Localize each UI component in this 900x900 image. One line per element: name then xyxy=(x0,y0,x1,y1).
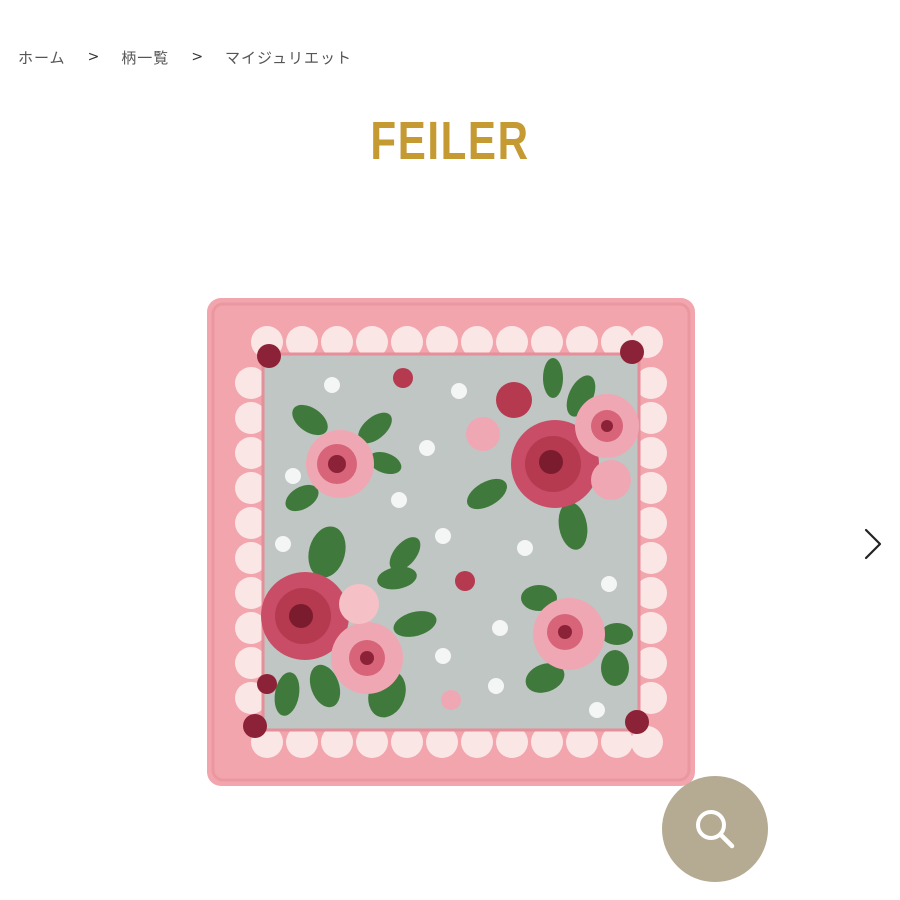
breadcrumb-home-link[interactable]: ホーム xyxy=(18,47,66,68)
breadcrumb: ホーム > 柄一覧 > マイジュリエット xyxy=(18,46,352,68)
search-icon xyxy=(696,810,735,849)
zoom-button[interactable] xyxy=(662,776,768,882)
chevron-right-icon[interactable] xyxy=(858,526,888,562)
breadcrumb-pattern-list-link[interactable]: 柄一覧 xyxy=(121,47,169,68)
brand-logo[interactable]: FEILER xyxy=(99,110,801,172)
towel-illustration xyxy=(207,298,695,786)
breadcrumb-separator: > xyxy=(191,49,204,65)
product-image[interactable] xyxy=(207,298,695,786)
breadcrumb-separator: > xyxy=(87,49,100,65)
breadcrumb-current-page: マイジュリエット xyxy=(225,48,352,67)
